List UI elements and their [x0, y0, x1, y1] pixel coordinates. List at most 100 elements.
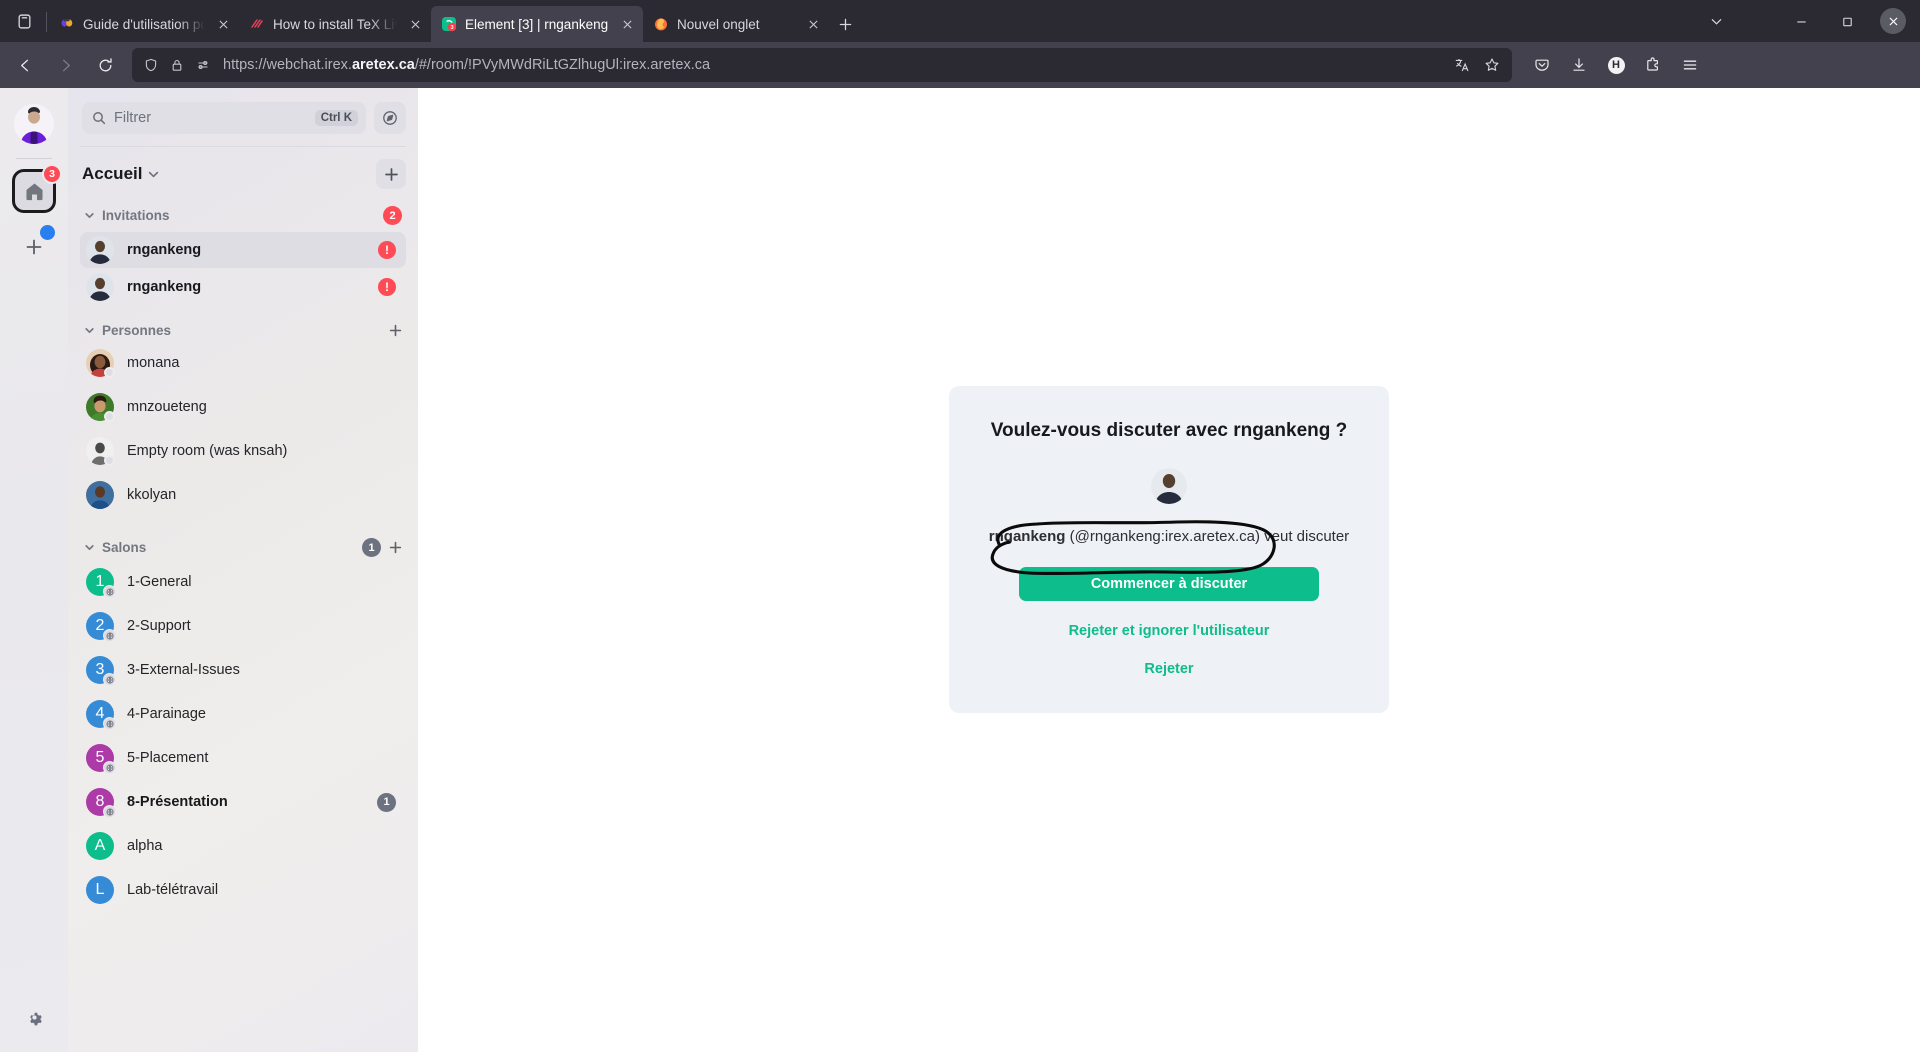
filter-row: Filtrer Ctrl K	[80, 88, 406, 146]
chevron-down-icon	[84, 210, 95, 221]
back-arrow-icon[interactable]	[6, 48, 44, 82]
invitations-badge: 2	[383, 206, 402, 225]
list-item[interactable]: L Lab-télétravail	[80, 872, 406, 908]
section-actions: 2	[383, 206, 402, 225]
main-content-area: Voulez-vous discuter avec rngankeng ? rn…	[418, 88, 1920, 1052]
reload-icon[interactable]	[86, 48, 124, 82]
extensions-icon[interactable]	[1635, 48, 1671, 82]
list-item[interactable]: kkolyan	[80, 477, 406, 513]
add-salon-button[interactable]	[389, 541, 402, 554]
list-item[interactable]: 5 5-Placement	[80, 740, 406, 776]
search-input[interactable]: Filtrer Ctrl K	[82, 102, 366, 134]
section-header-salons[interactable]: Salons 1	[80, 531, 406, 564]
inviter-suffix: veut discuter	[1264, 527, 1350, 545]
home-space-button[interactable]: 3	[12, 164, 62, 213]
chevron-down-icon[interactable]	[1692, 0, 1740, 42]
tab-title: Guide d'utilisation pour a	[83, 16, 205, 32]
list-item[interactable]: monana	[80, 345, 406, 381]
tab-title: How to install TeX Live an	[273, 16, 397, 32]
chevron-down-icon[interactable]	[147, 168, 160, 181]
list-item-label: 1-General	[127, 574, 192, 590]
list-item[interactable]: rngankeng !	[80, 232, 406, 268]
chevron-down-icon	[84, 542, 95, 553]
list-item[interactable]: 4 4-Parainage	[80, 696, 406, 732]
public-room-icon	[103, 629, 116, 642]
user-avatar[interactable]	[14, 104, 54, 144]
search-icon	[92, 111, 106, 125]
close-window-button[interactable]	[1870, 0, 1916, 42]
list-item-label: alpha	[127, 838, 163, 854]
public-room-icon	[103, 761, 116, 774]
list-item[interactable]: mnzoueteng	[80, 389, 406, 425]
avatar: 4	[86, 700, 116, 730]
avatar: 1	[86, 568, 116, 598]
list-item[interactable]: Empty room (was knsah)	[80, 433, 406, 469]
avatar-initial: L	[95, 881, 105, 898]
forward-arrow-icon[interactable]	[46, 48, 84, 82]
tabstrip-divider	[46, 12, 47, 32]
avatar-image	[86, 273, 114, 301]
close-icon[interactable]	[617, 14, 637, 34]
element-app: 3 Filtrer Ctrl K Accueil Invitations 2 r…	[0, 88, 1920, 1052]
accept-invite-button[interactable]: Commencer à discuter	[1019, 566, 1319, 601]
list-item[interactable]: 3 3-External-Issues	[80, 652, 406, 688]
avatar: L	[86, 876, 114, 904]
lock-icon[interactable]	[167, 56, 186, 75]
compass-icon[interactable]	[374, 102, 406, 134]
list-item-label: rngankeng	[127, 279, 202, 295]
salons-badge: 1	[362, 538, 381, 557]
browser-nav-bar: https://webchat.irex.aretex.ca/#/room/!P…	[0, 42, 1920, 88]
list-item[interactable]: A alpha	[80, 828, 406, 864]
status-badge: !	[378, 241, 396, 259]
list-all-tabs-icon[interactable]	[4, 0, 44, 42]
public-room-icon	[103, 717, 116, 730]
gear-icon[interactable]	[17, 1000, 51, 1034]
avatar: 5	[86, 744, 116, 774]
browser-tab-1[interactable]: How to install TeX Live an	[239, 6, 431, 42]
list-item[interactable]: 8 8-Présentation 1	[80, 784, 406, 820]
browser-tab-2[interactable]: 3 Element [3] | rngankeng	[431, 6, 643, 42]
list-item[interactable]: rngankeng !	[80, 269, 406, 305]
section-header-personnes[interactable]: Personnes	[80, 316, 406, 345]
list-item[interactable]: 2 2-Support	[80, 608, 406, 644]
maximize-button[interactable]	[1824, 0, 1870, 42]
browser-tab-3[interactable]: Nouvel onglet	[643, 6, 829, 42]
shield-icon[interactable]	[141, 56, 160, 75]
close-icon[interactable]	[213, 14, 233, 34]
add-person-button[interactable]	[389, 324, 402, 337]
close-icon	[1880, 8, 1906, 34]
pocket-icon[interactable]	[1524, 48, 1560, 82]
list-item-label: Lab-télétravail	[127, 882, 219, 898]
inviter-name: rngankeng	[988, 527, 1066, 545]
room-list-panel: Filtrer Ctrl K Accueil Invitations 2 rng…	[68, 88, 418, 1052]
list-item[interactable]: 1 1-General	[80, 564, 406, 600]
chevron-down-icon	[84, 325, 95, 336]
new-space-indicator-dot	[40, 225, 55, 240]
section-actions: 1	[362, 538, 402, 557]
reject-and-ignore-link[interactable]: Rejeter et ignorer l'utilisateur	[979, 623, 1359, 639]
account-icon[interactable]: H	[1598, 48, 1634, 82]
add-room-button[interactable]	[376, 159, 406, 189]
tab-title: Nouvel onglet	[677, 16, 760, 32]
create-space-button[interactable]	[14, 225, 55, 267]
browser-tab-0[interactable]: Guide d'utilisation pour a	[49, 6, 239, 42]
page-title: Accueil	[82, 164, 143, 183]
download-icon[interactable]	[1561, 48, 1597, 82]
public-room-icon	[103, 805, 116, 818]
section-header-invitations[interactable]: Invitations 2	[80, 199, 406, 232]
list-item-label: 4-Parainage	[127, 706, 206, 722]
close-icon[interactable]	[803, 14, 823, 34]
permissions-icon[interactable]	[193, 56, 212, 75]
hamburger-menu-icon[interactable]	[1672, 48, 1708, 82]
new-tab-button[interactable]	[829, 8, 861, 40]
minimize-button[interactable]	[1778, 0, 1824, 42]
reject-link[interactable]: Rejeter	[979, 661, 1359, 677]
url-bar[interactable]: https://webchat.irex.aretex.ca/#/room/!P…	[132, 48, 1512, 82]
star-icon[interactable]	[1478, 51, 1506, 79]
account-initial: H	[1607, 56, 1625, 74]
status-badge: !	[378, 278, 396, 296]
url-text[interactable]: https://webchat.irex.aretex.ca/#/room/!P…	[219, 57, 1441, 73]
translate-icon[interactable]	[1448, 51, 1476, 79]
rail-divider	[16, 158, 52, 159]
close-icon[interactable]	[405, 14, 425, 34]
